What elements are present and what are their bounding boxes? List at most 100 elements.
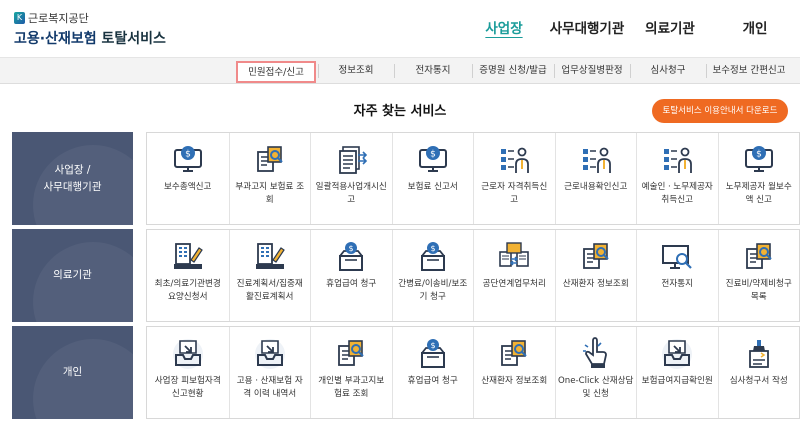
service-item[interactable]: 보험급여지급확인원 <box>636 327 718 418</box>
service-item[interactable]: 공단연계업무처리 <box>473 230 555 321</box>
service-item[interactable]: 근로자 자격취득신 고 <box>473 133 555 224</box>
documents-search-icon <box>742 240 776 274</box>
main-nav: 사업장 사무대행기관 의료기관 개인 <box>464 0 800 58</box>
service-item-label: 근로자 자격취득신 고 <box>481 182 548 205</box>
service-item-label: 산재환자 정보조회 <box>481 376 548 386</box>
service-item-label: 보수총액신고 <box>164 182 212 192</box>
tray-download-icon <box>253 337 287 371</box>
service-item[interactable]: 사업장 피보험자격 신고현황 <box>147 327 229 418</box>
documents-exchange-icon <box>497 240 531 274</box>
service-item-label: One-Click 산재상담 및 신청 <box>558 376 634 399</box>
service-item[interactable]: 산재환자 정보조회 <box>554 230 637 321</box>
service-item[interactable]: $ 노무제공자 월보수 액 신고 <box>717 133 800 224</box>
service-item-label: 휴업급여 청구 <box>326 279 377 289</box>
service-grid: 최초/의료기관변경 요양신청서 진료계획서/집중재 활진료계획서 $ 휴업급여 청구 $ 간병… <box>146 229 800 322</box>
monitor-coin-icon: $ <box>171 143 205 177</box>
service-item-label: 부과고지 보험료 조회 <box>235 182 305 205</box>
service-item-label: 노무제공자 월보수 액 신고 <box>725 182 792 205</box>
sub-nav-disease-judgment[interactable]: 업무상질병판정 <box>554 58 630 84</box>
documents-search-icon <box>497 337 531 371</box>
svg-text:$: $ <box>756 150 762 160</box>
hand-click-icon <box>579 337 613 371</box>
service-item-label: 심사청구서 작성 <box>729 376 788 386</box>
service-item[interactable]: $ 휴업급여 청구 <box>391 327 474 418</box>
service-item[interactable]: 산재환자 정보조회 <box>473 327 555 418</box>
sub-nav-review-request[interactable]: 심사청구 <box>630 58 706 84</box>
main-nav-workplace[interactable]: 사업장 <box>464 0 544 58</box>
tray-download-icon <box>660 337 694 371</box>
sub-nav-wage-report[interactable]: 보수정보 간편신고 <box>706 58 792 84</box>
tray-download-icon <box>171 337 205 371</box>
service-item[interactable]: 근로내용확인신고 <box>554 133 637 224</box>
coin-box-icon: $ <box>416 337 450 371</box>
svg-text:$: $ <box>430 341 435 350</box>
service-item-label: 전자통지 <box>661 279 694 289</box>
row-label: 사업장 / 사무대행기관 <box>12 132 133 225</box>
service-item[interactable]: $ 보험료 신고서 <box>391 133 474 224</box>
monitor-coin-icon: $ <box>742 143 776 177</box>
main-nav-individual[interactable]: 개인 <box>710 0 800 58</box>
worker-list-icon <box>579 143 613 177</box>
service-item-label: 휴업급여 청구 <box>407 376 458 386</box>
service-item[interactable]: 진료계획서/집중재 활진료계획서 <box>228 230 311 321</box>
documents-search-icon <box>579 240 613 274</box>
document-stack-arrow-icon <box>334 143 368 177</box>
service-item-label: 산재환자 정보조회 <box>562 279 629 289</box>
service-item-label: 일괄적용사업개시신 고 <box>315 182 387 205</box>
service-item[interactable]: 고용ㆍ산재보험 자격 이력 내역서 <box>228 327 311 418</box>
service-item-label: 최초/의료기관변경 요양신청서 <box>154 279 221 302</box>
svg-text:$: $ <box>430 150 436 160</box>
monitor-coin-icon: $ <box>416 143 450 177</box>
service-item[interactable]: 일괄적용사업개시신 고 <box>310 133 392 224</box>
service-grid: $ 보수총액신고 부과고지 보험료 조 회 일괄적용사업개시신 고 $ 보험료 신고서 근로자 … <box>146 132 800 225</box>
logo[interactable]: K 근로복지공단 고용·산재보험 토탈서비스 <box>14 10 166 48</box>
service-item[interactable]: One-Click 산재상담 및 신청 <box>554 327 637 418</box>
service-item[interactable]: 예술인ㆍ노무제공자 취득신고 <box>636 133 718 224</box>
service-item[interactable]: 부과고지 보험료 조회 <box>228 133 311 224</box>
sub-nav-info-inquiry[interactable]: 정보조회 <box>318 58 394 84</box>
service-item[interactable]: 개인별 부과고지보 험료 조회 <box>310 327 392 418</box>
coin-box-icon: $ <box>334 240 368 274</box>
main-nav-medical[interactable]: 의료기관 <box>630 0 710 58</box>
service-item-label: 진료계획서/집중재 활진료계획서 <box>236 279 303 302</box>
coin-box-icon: $ <box>416 240 450 274</box>
svg-text:$: $ <box>349 244 354 253</box>
stamp-document-icon <box>742 337 776 371</box>
service-item-label: 간병료/이송비/보조 기 청구 <box>398 279 468 302</box>
service-item-label: 사업장 피보험자격 신고현황 <box>154 376 221 399</box>
main-nav-agency[interactable]: 사무대행기관 <box>544 0 630 58</box>
service-item-label: 보험료 신고서 <box>407 182 458 192</box>
logo-title-main: 고용·산재보험 <box>14 31 97 47</box>
guide-download-button[interactable]: 토탈서비스 이용안내서 다운로드 <box>652 99 788 123</box>
service-item-label: 근로내용확인신고 <box>564 182 628 192</box>
logo-org-name: 근로복지공단 <box>28 12 89 25</box>
service-grid: 사업장 피보험자격 신고현황 고용ㆍ산재보험 자격 이력 내역서 개인별 부과고지보 험… <box>146 326 800 419</box>
sub-nav-certificate[interactable]: 증명원 신청/발급 <box>472 58 554 84</box>
row-label: 의료기관 <box>12 229 133 322</box>
service-item[interactable]: $ 휴업급여 청구 <box>310 230 392 321</box>
header: K 근로복지공단 고용·산재보험 토탈서비스 사업장 사무대행기관 의료기관 개… <box>0 0 800 58</box>
service-item-label: 예술인ㆍ노무제공자 취득신고 <box>641 182 713 205</box>
service-item-label: 공단연계업무처리 <box>482 279 546 289</box>
documents-search-icon <box>253 143 287 177</box>
service-item-label: 진료비/약제비청구 목록 <box>725 279 792 302</box>
svg-text:$: $ <box>185 150 191 160</box>
service-item[interactable]: $ 간병료/이송비/보조 기 청구 <box>391 230 474 321</box>
sub-nav-complaint[interactable]: 민원접수/신고 <box>236 61 316 83</box>
worker-list-icon <box>497 143 531 177</box>
service-item[interactable]: $ 보수총액신고 <box>147 133 229 224</box>
logo-mark-icon: K <box>14 12 25 24</box>
service-item[interactable]: 최초/의료기관변경 요양신청서 <box>147 230 229 321</box>
sub-nav-e-notice[interactable]: 전자통지 <box>394 58 472 84</box>
sub-nav: 민원접수/신고 정보조회 전자통지 증명원 신청/발급 업무상질병판정 심사청구… <box>0 58 800 84</box>
monitor-search-icon <box>660 240 694 274</box>
service-item[interactable]: 전자통지 <box>636 230 718 321</box>
service-item[interactable]: 진료비/약제비청구 목록 <box>717 230 800 321</box>
service-item-label: 고용ㆍ산재보험 자격 이력 내역서 <box>236 376 303 399</box>
documents-search-icon <box>334 337 368 371</box>
worker-list-icon <box>660 143 694 177</box>
svg-text:$: $ <box>430 244 435 253</box>
service-item[interactable]: 심사청구서 작성 <box>717 327 800 418</box>
service-item-label: 보험급여지급확인원 <box>641 376 713 386</box>
building-pen-icon <box>171 240 205 274</box>
